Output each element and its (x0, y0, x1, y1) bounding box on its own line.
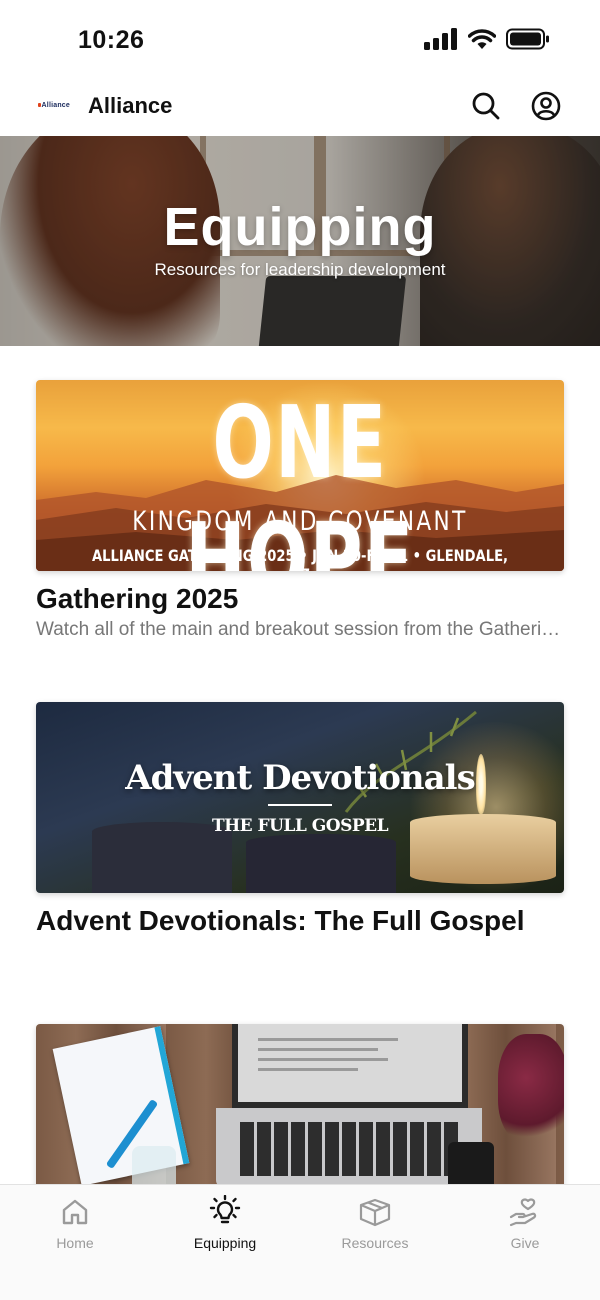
card-image: Advent Devotionals THE FULL GOSPEL (36, 702, 564, 893)
tab-equipping[interactable]: Equipping (165, 1195, 285, 1255)
status-bar: 10:26 (0, 0, 600, 80)
status-icons (424, 28, 550, 50)
hero-subtitle: Resources for leadership development (154, 260, 446, 279)
tab-bar: Home Equipping Resources Give (0, 1184, 600, 1300)
box-icon (359, 1198, 391, 1227)
wifi-icon (468, 29, 496, 49)
tab-label: Home (56, 1235, 94, 1251)
image-headline: ONE HOPE (185, 384, 415, 571)
hero-title: Equipping (163, 197, 437, 257)
tab-give[interactable]: Give (465, 1195, 585, 1255)
search-button[interactable] (470, 90, 502, 122)
profile-button[interactable] (530, 90, 562, 122)
image-headline: Advent Devotionals (125, 758, 475, 798)
status-time: 10:26 (78, 26, 145, 54)
home-icon (62, 1199, 88, 1225)
card-description: Watch all of the main and breakout sessi… (36, 619, 564, 640)
profile-icon (531, 91, 561, 121)
image-caption: ALLIANCE GATHERING 2025 • JAN 30-FEB 1 •… (91, 546, 509, 571)
app-header: Alliance Alliance (0, 80, 600, 136)
card-advent-devotionals[interactable]: Advent Devotionals THE FULL GOSPEL Adven… (36, 702, 564, 937)
signal-icon (424, 28, 457, 50)
tab-resources[interactable]: Resources (315, 1195, 435, 1255)
image-subheadline: THE FULL GOSPEL (211, 816, 389, 836)
lightbulb-icon (209, 1195, 241, 1224)
card-gathering-2025[interactable]: ONE HOPE KINGDOM AND COVENANT ALLIANCE G… (36, 380, 564, 641)
give-icon (509, 1198, 537, 1227)
alliance-logo[interactable]: Alliance (38, 98, 70, 112)
app-title: Alliance (88, 93, 173, 118)
card-image: ONE HOPE KINGDOM AND COVENANT ALLIANCE G… (36, 380, 564, 571)
tab-label: Give (510, 1235, 540, 1251)
tab-label: Resources (341, 1235, 409, 1251)
search-icon (472, 92, 500, 120)
tab-home[interactable]: Home (15, 1195, 135, 1255)
card-title: Gathering 2025 (36, 583, 239, 614)
hero-banner: Equipping Resources for leadership devel… (0, 136, 600, 346)
image-subheadline: KINGDOM AND COVENANT (132, 506, 468, 537)
card-title: Advent Devotionals: The Full Gospel (36, 905, 525, 936)
battery-icon (506, 28, 549, 50)
tab-label: Equipping (193, 1235, 257, 1251)
